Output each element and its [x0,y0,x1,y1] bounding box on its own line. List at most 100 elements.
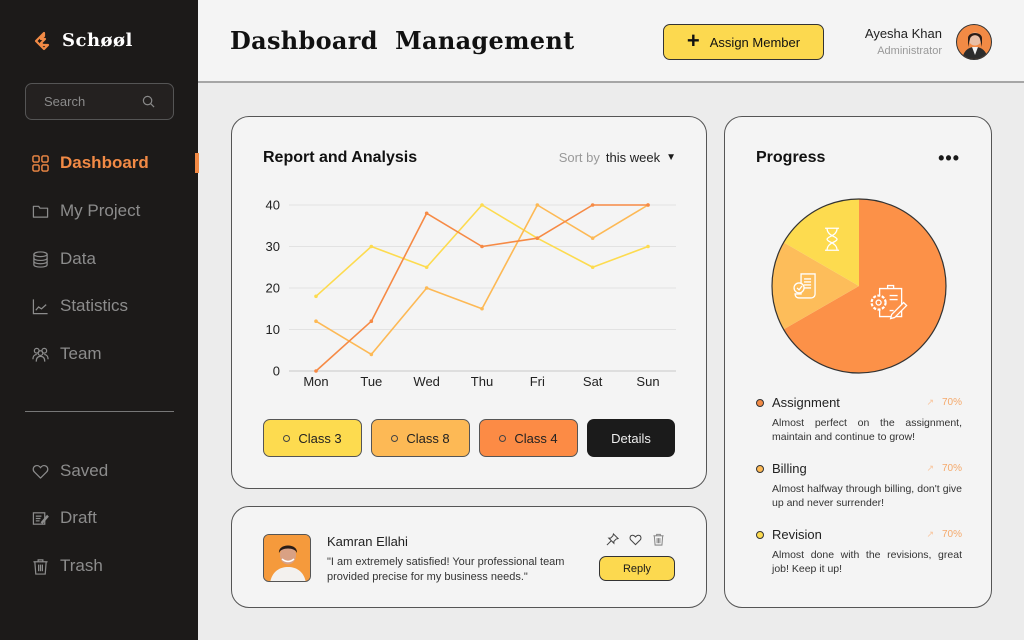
data-point [314,294,318,299]
sidebar-item-label: My Project [60,201,141,220]
sidebar-item-dashboard[interactable]: Dashboard [32,153,149,173]
legend-label: Class 8 [406,430,450,446]
reviewer-avatar [263,534,311,582]
reply-button[interactable]: Reply [599,556,675,581]
assign-member-label: Assign Member [709,34,801,50]
draft-icon [32,511,49,525]
data-point [369,244,374,249]
search-placeholder: Search [44,94,86,109]
trend-up-icon: ↗ [926,397,934,407]
badge-shape [793,282,805,294]
legend-class-3-button[interactable]: Class 3 [263,419,362,457]
line-chart: 0 10 20 30 40 Mon Tue Wed Thu Fri Sat Sun [266,198,676,389]
progress-item-percent: 70% [941,397,962,408]
x-tick-label: Tue [360,374,382,389]
page-title: Dashboard Management [230,26,575,55]
sidebar-item-saved[interactable]: Saved [32,461,108,481]
progress-item-percent: 70% [941,463,962,474]
sidebar-item-label: Statistics [60,296,129,315]
sidebar-item-label: Dashboard [60,153,149,172]
legend-dot-icon [499,434,507,442]
progress-item-name: Revision [772,527,822,542]
details-button[interactable]: Details [587,419,675,457]
sidebar-item-draft[interactable]: Draft [32,508,97,528]
progress-card: Progress ••• Assignment ↗ 70% Almost per… [724,116,992,608]
y-tick-label: 0 [273,364,280,379]
avatar[interactable] [956,24,992,60]
data-point [424,286,429,290]
sidebar-item-team[interactable]: Team [32,344,102,364]
gear-shape [870,294,887,311]
sidebar-item-trash[interactable]: Trash [32,556,103,576]
user-role: Administrator [877,45,942,57]
data-point [535,203,540,207]
sidebar-item-label: Team [60,344,102,363]
review-card: Kamran Ellahi "I am extremely satisfied!… [231,506,707,608]
assign-member-button[interactable]: + Assign Member [663,24,824,60]
review-text: "I am extremely satisfied! Your professi… [327,556,565,583]
team-icon [32,347,49,362]
series-line-class-3 [315,204,649,297]
review-actions [606,533,665,546]
trend-up-icon: ↗ [926,463,934,473]
data-point [590,203,595,207]
sidebar-item-my-project[interactable]: My Project [32,201,140,221]
user-info[interactable]: Ayesha Khan Administrator [865,26,942,57]
trash-icon [33,558,48,575]
user-name: Ayesha Khan [864,26,942,41]
logo[interactable]: Schøøl [32,30,133,51]
y-tick-label: 40 [266,198,280,213]
database-icon [33,250,48,268]
legend-class-4-button[interactable]: Class 4 [479,419,578,457]
folder-icon [32,205,49,218]
data-point [480,244,484,249]
x-tick-label: Wed [413,374,440,389]
data-point [646,203,650,207]
legend-class-8-button[interactable]: Class 8 [371,419,470,457]
pin-icon[interactable] [606,533,619,546]
progress-item-name: Billing [772,461,807,476]
trend-up-icon: ↗ [926,529,934,539]
progress-item-billing: Billing ↗ 70% Almost halfway through bil… [756,461,962,510]
grid-icon [32,154,49,172]
progress-item-desc: Almost done with the revisions, great jo… [772,549,962,575]
progress-item-name: Assignment [772,395,840,410]
heart-icon [32,464,49,479]
search-icon [142,95,155,108]
y-tick-label: 20 [266,281,280,296]
sidebar-item-label: Trash [60,556,103,575]
pie-chart [771,198,947,374]
sidebar-item-data[interactable]: Data [32,249,96,269]
sidebar-item-statistics[interactable]: Statistics [32,296,128,316]
sidebar: Schøøl Search Dashboard My Project Data … [0,0,199,640]
data-point [646,244,650,249]
chart-icon [32,298,48,314]
series-line-class-8 [315,204,649,356]
x-tick-label: Mon [303,374,328,389]
data-point [590,265,595,270]
reviewer-name: Kamran Ellahi [327,534,408,549]
data-point [424,265,429,270]
data-point [424,211,429,216]
sidebar-item-label: Data [60,249,96,268]
sidebar-divider [25,411,174,412]
x-tick-label: Fri [530,374,545,389]
header: Dashboard Management + Assign Member Aye… [198,0,1024,83]
legend-label: Class 4 [514,430,558,446]
x-tick-label: Thu [471,374,493,389]
search-input[interactable]: Search [25,83,174,120]
x-tick-label: Sat [583,374,603,389]
sidebar-item-label: Saved [60,461,109,480]
x-tick-label: Sun [636,374,659,389]
plus-icon: + [686,28,700,53]
progress-item-assignment: Assignment ↗ 70% Almost perfect on the a… [756,395,962,444]
data-point [314,319,318,323]
heart-icon[interactable] [629,533,642,546]
data-point [590,236,595,240]
status-dot-icon [756,464,764,473]
trash-icon[interactable] [652,533,665,546]
data-point [480,203,484,207]
brand-name: Schøøl [62,30,133,51]
y-tick-label: 30 [266,239,280,254]
progress-item-percent: 70% [941,529,962,540]
